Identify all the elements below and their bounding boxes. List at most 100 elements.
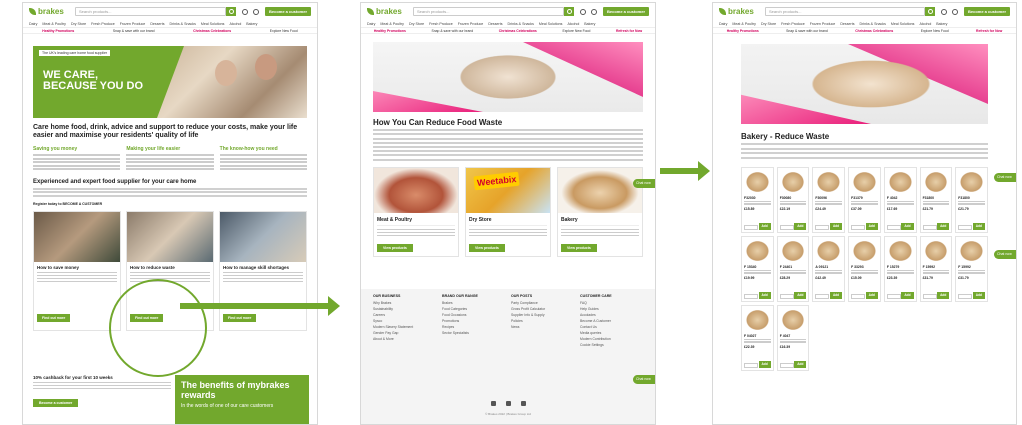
footer-link[interactable]: Become A Customer [580,319,643,323]
nav-item[interactable]: Drinks & Snacks [508,22,534,26]
nav-item[interactable]: Fresh Produce [429,22,453,26]
footer-link[interactable]: Policies [511,319,574,323]
footer-link[interactable]: Contact Us [580,325,643,329]
product-image[interactable] [851,169,878,194]
footer-link[interactable]: FAQ [580,301,643,305]
quantity-input[interactable] [922,293,937,299]
chat-now-button[interactable]: Chat now [994,250,1016,259]
product-card[interactable]: F 4042 £17.69 Add [883,166,917,233]
basket-icon[interactable] [951,8,958,15]
quantity-input[interactable] [958,293,973,299]
footer-link[interactable]: Party Compliance [511,301,574,305]
product-card[interactable]: F31800 £21.79 Add [955,166,988,233]
nav-item[interactable]: Frozen Produce [458,22,484,26]
footer-link[interactable]: Food Categories [442,307,505,311]
view-products-button[interactable]: View products [377,243,413,252]
basket-icon[interactable] [590,8,597,15]
promo-link[interactable]: Healthy Promotions [727,29,759,33]
nav-item[interactable]: Meal Solutions [201,22,225,26]
product-image[interactable] [815,169,843,194]
quantity-input[interactable] [815,224,830,230]
footer-link[interactable]: Why Brakes [373,301,436,305]
product-image[interactable] [922,169,950,194]
nav-item[interactable]: Dairy [367,22,375,26]
add-to-basket-button[interactable]: Add [865,291,878,299]
account-icon[interactable] [579,8,586,15]
nav-item[interactable]: Dry Store [71,22,86,26]
footer-link[interactable]: Brakes [442,301,505,305]
add-to-basket-button[interactable]: Add [972,222,985,230]
promo-link[interactable]: Healthy Promotions [42,29,74,33]
add-to-basket-button[interactable]: Add [901,291,914,299]
promo-link[interactable]: Explore New Food [921,29,949,33]
search-input[interactable]: Search products... [413,7,564,16]
view-products-button[interactable]: View products [469,243,505,252]
footer-link[interactable]: About & More [373,337,436,341]
product-card[interactable]: F 15992 £31.79 Add [955,235,988,302]
product-card[interactable]: F 15992 £31.79 Add [919,235,953,302]
add-to-basket-button[interactable]: Add [794,222,807,230]
promo-link[interactable]: Explore New Food [270,29,298,33]
basket-icon[interactable] [252,8,259,15]
account-icon[interactable] [940,8,947,15]
product-image[interactable] [922,238,950,263]
nav-item[interactable]: Desserts [488,22,502,26]
product-card[interactable]: F 24401 £28.29 Add [776,235,810,302]
search-icon[interactable] [563,7,574,16]
add-to-basket-button[interactable]: Add [758,360,771,368]
nav-item[interactable]: Dry Store [761,22,776,26]
view-products-button[interactable]: View products [561,243,597,252]
nav-item[interactable]: Drinks & Snacks [170,22,196,26]
nav-item[interactable]: Dairy [719,22,727,26]
footer-link[interactable]: Modern Contribution [580,337,643,341]
promo-link[interactable]: Healthy Promotions [374,29,406,33]
product-image[interactable] [744,238,771,263]
promo-link[interactable]: Christmas Celebrations [855,29,893,33]
add-to-basket-button[interactable]: Add [829,291,843,299]
quantity-input[interactable] [744,362,758,368]
twitter-icon[interactable] [490,401,496,406]
instagram-icon[interactable] [520,401,526,406]
footer-link[interactable]: Sector Specialists [442,331,505,335]
quantity-input[interactable] [886,293,901,299]
promo-link[interactable]: Christmas Celebrations [193,29,231,33]
nav-item[interactable]: Dry Store [409,22,424,26]
product-card[interactable]: F31800 £21.79 Add [919,166,953,233]
product-card[interactable]: F 15279 £23.39 Add [883,235,917,302]
promo-link[interactable]: Snap & save with our brand [113,29,155,33]
product-image[interactable] [744,307,771,332]
quantity-input[interactable] [851,224,866,230]
chat-now-button[interactable]: Chat now [633,179,655,188]
product-card[interactable]: F30096 £24.49 Add [812,166,846,233]
become-customer-button[interactable]: Become a customer [602,7,649,16]
footer-link[interactable]: Promotions [442,319,505,323]
find-out-more-button[interactable]: Find out more [223,313,257,322]
quantity-input[interactable] [815,293,830,299]
product-image[interactable] [779,307,807,332]
quantity-input[interactable] [886,224,901,230]
search-icon[interactable] [924,7,935,16]
nav-item[interactable]: Frozen Produce [810,22,836,26]
brakes-logo[interactable]: brakes [29,7,69,16]
quantity-input[interactable] [779,362,794,368]
product-image[interactable] [886,169,914,194]
add-to-basket-button[interactable]: Add [937,222,950,230]
quantity-input[interactable] [744,293,758,299]
footer-link[interactable]: Help Guides [580,307,643,311]
find-out-more-button[interactable]: Find out more [37,313,71,322]
product-card[interactable]: F 04027 £22.39 Add [741,304,774,371]
nav-item[interactable]: Alcohol [229,22,241,26]
product-image[interactable] [779,169,807,194]
footer-link[interactable]: News [511,325,574,329]
product-image[interactable] [815,238,843,263]
footer-link[interactable]: Recipes [442,325,505,329]
nav-item[interactable]: Meal Solutions [891,22,915,26]
promo-link[interactable]: Refresh for Now [616,29,642,33]
nav-item[interactable]: Desserts [840,22,854,26]
footer-link[interactable]: Supplier Info & Supply [511,313,574,317]
footer-link[interactable]: Food Occasions [442,313,505,317]
product-card[interactable]: F 15340 £19.99 Add [741,235,774,302]
footer-link[interactable]: Sustainability [373,307,436,311]
nav-item[interactable]: Fresh Produce [91,22,115,26]
product-image[interactable] [958,238,985,263]
